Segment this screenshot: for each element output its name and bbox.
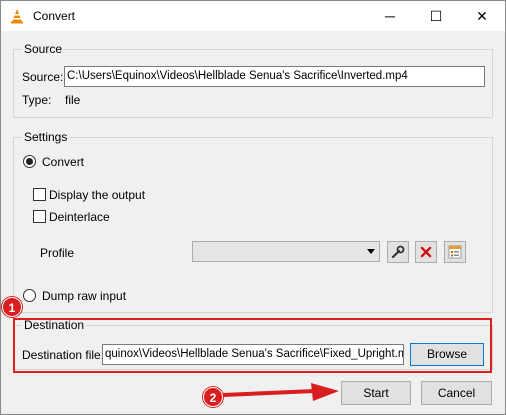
wrench-icon: [391, 245, 405, 259]
delete-profile-button[interactable]: [415, 241, 437, 263]
minimize-button[interactable]: ─: [367, 1, 413, 31]
profile-list-icon: [448, 245, 462, 259]
convert-dialog: Convert ─ ☐ ✕ Source Source: C:\Users\Eq…: [0, 0, 506, 415]
type-label: Type:: [22, 93, 52, 107]
profile-dropdown[interactable]: [192, 241, 380, 262]
profile-label: Profile: [40, 246, 75, 260]
convert-radio[interactable]: [23, 155, 36, 168]
new-profile-button[interactable]: [444, 241, 466, 263]
title-bar: Convert ─ ☐ ✕: [1, 1, 505, 31]
dump-raw-radio[interactable]: [23, 289, 36, 302]
arrow-right-icon: [223, 383, 339, 401]
step-badge-2: 2: [203, 387, 223, 407]
deinterlace-label[interactable]: Deinterlace: [49, 210, 110, 224]
deinterlace-checkbox[interactable]: [33, 210, 46, 223]
close-button[interactable]: ✕: [459, 1, 505, 31]
start-button[interactable]: Start: [341, 381, 411, 405]
settings-group: Settings: [13, 130, 493, 313]
window-title: Convert: [33, 9, 76, 23]
maximize-button[interactable]: ☐: [413, 1, 459, 31]
chevron-down-icon: [367, 249, 375, 254]
destination-highlight: [13, 318, 492, 373]
cancel-button[interactable]: Cancel: [421, 381, 492, 405]
delete-x-icon: [420, 246, 432, 258]
settings-group-label: Settings: [22, 130, 70, 144]
source-label: Source:: [22, 70, 64, 84]
dump-raw-label[interactable]: Dump raw input: [42, 289, 126, 303]
source-group-label: Source: [22, 42, 65, 56]
vlc-cone-icon: [11, 9, 23, 24]
source-path-input[interactable]: C:\Users\Equinox\Videos\Hellblade Senua'…: [64, 66, 485, 87]
step-badge-1: 1: [2, 297, 22, 317]
convert-radio-label[interactable]: Convert: [42, 155, 84, 169]
type-value: file: [65, 93, 81, 107]
display-output-checkbox[interactable]: [33, 188, 46, 201]
display-output-label[interactable]: Display the output: [49, 188, 145, 202]
edit-profile-button[interactable]: [387, 241, 409, 263]
